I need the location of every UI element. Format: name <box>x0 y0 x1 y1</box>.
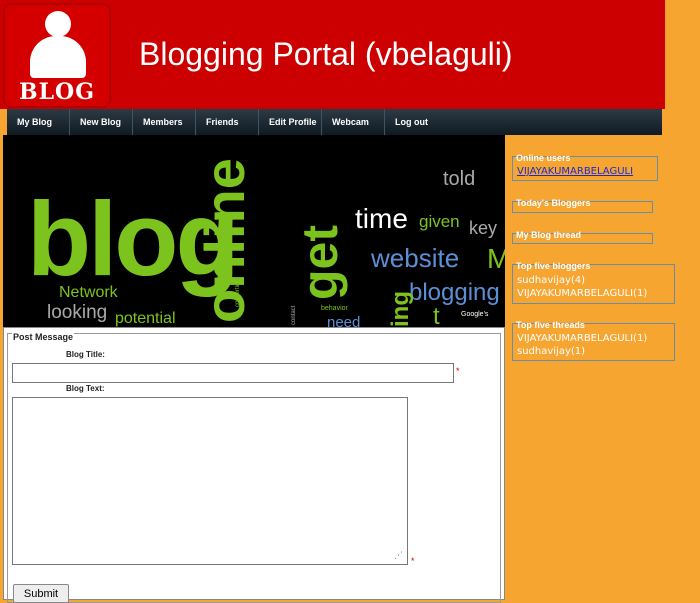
nav-my-blog[interactable]: My Blog <box>7 109 70 135</box>
nav-new-blog[interactable]: New Blog <box>70 109 133 135</box>
blog-title-label: Blog Title: <box>66 350 105 359</box>
resize-grip-icon[interactable]: ⋰ <box>394 551 403 561</box>
word-need: need <box>327 314 361 327</box>
submit-button[interactable]: Submit <box>13 584 69 603</box>
text-required-mark: * <box>411 556 415 566</box>
top-thread-entry: sudhavijay(1) <box>517 346 586 357</box>
logo-text: BLOG <box>18 79 95 105</box>
word-online: online <box>193 158 256 323</box>
word-behavior: behavior <box>321 305 348 312</box>
post-message-legend: Post Message <box>12 332 75 342</box>
top-thread-entry: VIJAYAKUMARBELAGULI(1) <box>517 333 648 344</box>
post-message-fieldset: Post Message Blog Title: * Blog Text: ⋰ … <box>7 332 501 603</box>
todays-bloggers-box: Today's Bloggers <box>512 198 653 213</box>
online-users-box: Online users VIJAYAKUMARBELAGULI <box>512 153 658 181</box>
word-googles: Google's <box>461 311 489 318</box>
word-given: given <box>419 212 460 231</box>
blog-title-input[interactable] <box>12 363 454 383</box>
word-get: get <box>292 225 348 300</box>
nav-members[interactable]: Members <box>133 109 196 135</box>
title-required-mark: * <box>456 366 460 376</box>
word-blogging: blogging <box>409 279 500 306</box>
word-m: M <box>487 243 505 274</box>
post-message-panel: Post Message Blog Title: * Blog Text: ⋰ … <box>3 327 505 603</box>
nav-friends[interactable]: Friends <box>196 109 259 135</box>
blog-logo[interactable]: BLOG <box>3 3 111 108</box>
my-blog-thread-title: My Blog thread <box>516 230 582 240</box>
nav-edit-profile[interactable]: Edit Profile <box>259 109 322 135</box>
online-users-title: Online users <box>516 153 571 163</box>
word-converting: converting <box>235 279 241 307</box>
word-website: website <box>371 243 460 273</box>
word-t: t <box>433 303 440 328</box>
word-key: key <box>469 218 498 238</box>
top-blogger-entry: VIJAYAKUMARBELAGULI(1) <box>517 288 648 299</box>
word-time: time <box>355 203 408 234</box>
word-network: Network <box>59 284 118 301</box>
top-threads-box: Top five threads VIJAYAKUMARBELAGULI(1) … <box>512 320 675 361</box>
top-threads-title: Top five threads <box>516 320 585 330</box>
word-ing: ing <box>387 291 414 327</box>
blog-text-label: Blog Text: <box>66 384 105 393</box>
word-told: told <box>443 168 476 190</box>
nav-webcam[interactable]: Webcam <box>322 109 385 135</box>
top-bloggers-title: Top five bloggers <box>516 261 591 271</box>
online-user-link[interactable]: VIJAYAKUMARBELAGULI <box>517 166 633 177</box>
top-blogger-entry: sudhavijay(4) <box>517 275 586 286</box>
blog-text-area[interactable] <box>12 397 408 565</box>
site-title: Blogging Portal (vbelaguli) <box>139 36 513 72</box>
todays-bloggers-title: Today's Bloggers <box>516 198 591 208</box>
nav-bar: My Blog New Blog Members Friends Edit Pr… <box>7 109 662 135</box>
nav-log-out[interactable]: Log out <box>385 109 662 135</box>
word-looking: looking <box>47 302 108 323</box>
top-bloggers-box: Top five bloggers sudhavijay(4) VIJAYAKU… <box>512 261 675 304</box>
blog-word-cloud-image: blog online get time told given key webs… <box>3 135 505 327</box>
person-head-icon <box>45 11 71 37</box>
word-contact: contact <box>291 305 297 325</box>
person-body-icon <box>30 36 86 78</box>
header-banner: BLOG Blogging Portal (vbelaguli) <box>0 0 665 109</box>
word-potential: potential <box>115 310 176 327</box>
my-blog-thread-box: My Blog thread <box>512 230 653 244</box>
